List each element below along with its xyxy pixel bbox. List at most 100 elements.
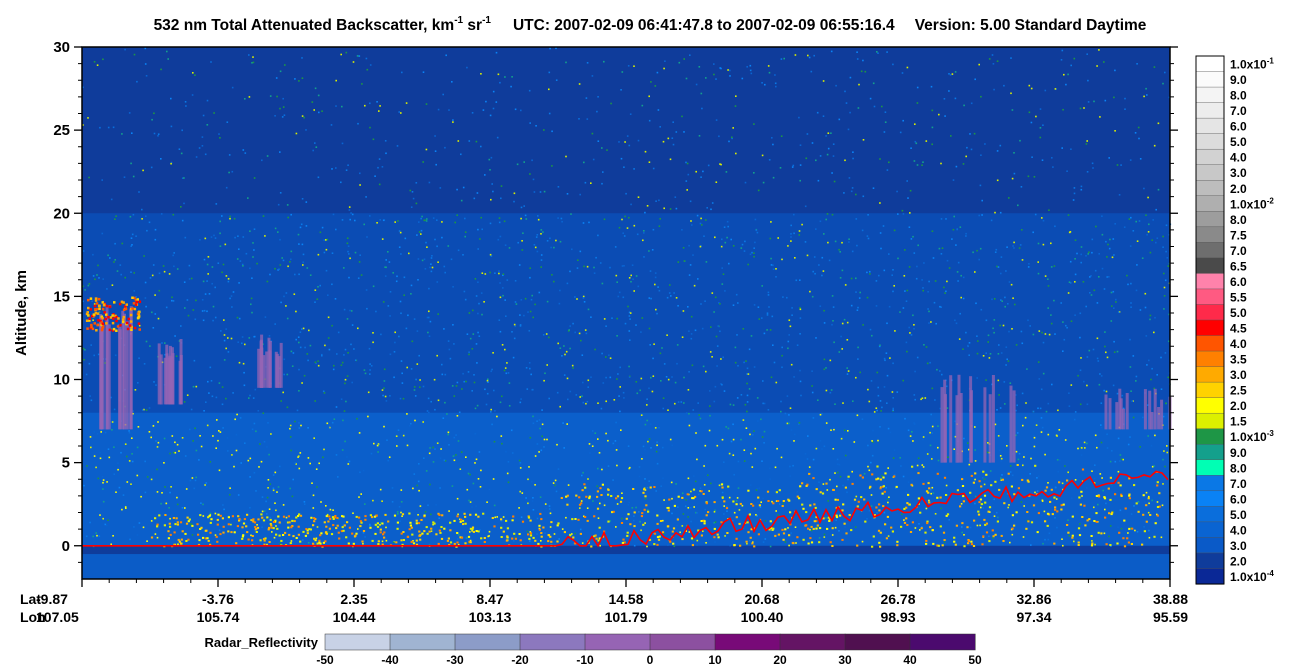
y-tick-label: 0	[62, 538, 70, 555]
radar-tick-label: 20	[773, 653, 787, 667]
lat-tick-label: 32.86	[1016, 591, 1051, 607]
colorbar-label: 6.5	[1230, 259, 1247, 273]
radar-swatch	[714, 633, 781, 651]
colorbar-swatch	[1195, 459, 1225, 476]
colorbar-label: 2.0	[1230, 399, 1247, 413]
y-tick-label: 15	[53, 288, 70, 305]
colorbar-label: 4.0	[1230, 523, 1247, 537]
colorbar-label: 6.0	[1230, 492, 1247, 506]
colorbar-swatch	[1195, 71, 1225, 88]
colorbar-swatch	[1195, 86, 1225, 104]
radar-label: Radar_Reflectivity	[205, 635, 319, 650]
colorbar-label: 5.0	[1230, 306, 1247, 320]
title-utc: UTC: 2007-02-09 06:41:47.8 to 2007-02-09…	[513, 17, 895, 34]
colorbar-swatch	[1195, 552, 1225, 570]
lon-tick-label: 104.44	[333, 609, 376, 625]
y-tick-label: 30	[53, 39, 70, 56]
radar-tick-label: -20	[511, 653, 529, 667]
colorbar-swatch	[1195, 288, 1225, 306]
colorbar-label: 3.0	[1230, 368, 1247, 382]
chart-title: 532 nm Total Attenuated Backscatter, km -…	[154, 15, 1147, 34]
radar-reflectivity-colorbar: -50 -40 -30 -20 -10 0 10 20 30 40 50	[316, 633, 982, 667]
lat-tick-label: 26.78	[880, 591, 915, 607]
lat-tick-label: 8.47	[476, 591, 503, 607]
colorbar-swatch	[1195, 319, 1225, 337]
lon-tick-label: 105.74	[197, 609, 240, 625]
colorbar-swatch	[1195, 397, 1225, 414]
radar-tick-label: -50	[316, 653, 334, 667]
colorbar-label: 2.0	[1230, 182, 1247, 196]
colorbar-swatch	[1195, 304, 1225, 321]
y-axis-label: Altitude, km	[13, 270, 30, 356]
colorbar-swatch	[1195, 195, 1225, 212]
lon-tick-label: 95.59	[1153, 609, 1188, 625]
colorbar-label: 8.0	[1230, 461, 1247, 475]
colorbar-swatch	[1195, 133, 1225, 150]
colorbar-swatch	[1195, 475, 1225, 492]
lat-tick-label: 14.58	[608, 591, 643, 607]
lat-label: Lat	[20, 591, 41, 607]
radar-tick-label: 10	[708, 653, 722, 667]
y-tick-label: 20	[53, 205, 70, 222]
radar-swatch	[649, 633, 716, 651]
colorbar-swatch	[1195, 242, 1225, 259]
lon-tick-label: 98.93	[880, 609, 915, 625]
colorbar-swatch	[1195, 273, 1225, 290]
title-exp2: -1	[482, 15, 491, 26]
colorbar-label: 2.5	[1230, 384, 1247, 398]
y-tick-label: 25	[53, 122, 70, 139]
colorbar-label: 3.5	[1230, 353, 1247, 367]
colorbar-swatch	[1195, 568, 1225, 585]
colorbar-label: 2.0	[1230, 555, 1247, 569]
backscatter-colorbar: 1.0x10-19.08.07.06.05.04.03.02.01.0x10-2…	[1195, 55, 1274, 585]
colorbar-swatch	[1195, 444, 1225, 461]
colorbar-swatch	[1195, 521, 1225, 539]
radar-tick-label: -30	[446, 653, 464, 667]
colorbar-swatch	[1195, 366, 1225, 383]
colorbar-label: 8.0	[1230, 213, 1247, 227]
colorbar-swatch	[1195, 211, 1225, 228]
radar-swatch	[844, 633, 911, 651]
colorbar-label: 1.0x10-3	[1230, 429, 1274, 444]
colorbar-label: 1.0x10-2	[1230, 196, 1274, 211]
colorbar-label: 4.0	[1230, 337, 1247, 351]
colorbar-swatch	[1195, 257, 1225, 275]
lon-tick-label: 101.79	[605, 609, 648, 625]
colorbar-swatch	[1195, 506, 1225, 523]
colorbar-swatch	[1195, 381, 1225, 399]
colorbar-label: 4.5	[1230, 322, 1247, 336]
lon-tick-label: 100.40	[741, 609, 784, 625]
lat-tick-label: 38.88	[1153, 591, 1188, 607]
radar-swatch	[909, 633, 976, 651]
colorbar-swatch	[1195, 412, 1225, 430]
colorbar-swatch	[1195, 335, 1225, 352]
colorbar-label: 1.0x10-1	[1230, 57, 1274, 72]
colorbar-label: 5.5	[1230, 291, 1247, 305]
colorbar-label: 1.5	[1230, 415, 1247, 429]
colorbar-swatch	[1195, 428, 1225, 445]
radar-tick-label: 0	[647, 653, 654, 667]
colorbar-swatch	[1195, 180, 1225, 197]
radar-swatch	[454, 633, 521, 651]
colorbar-swatch	[1195, 55, 1225, 73]
colorbar-label: 6.0	[1230, 120, 1247, 134]
radar-swatch	[779, 633, 846, 651]
colorbar-swatch	[1195, 148, 1225, 166]
colorbar-label: 9.0	[1230, 446, 1247, 460]
colorbar-label: 1.0x10-4	[1230, 569, 1274, 584]
radar-swatch	[389, 633, 456, 651]
lat-tick-label: 20.68	[744, 591, 779, 607]
colorbar-swatch	[1195, 537, 1225, 554]
colorbar-label: 6.0	[1230, 275, 1247, 289]
colorbar-label: 7.5	[1230, 228, 1247, 242]
colorbar-swatch	[1195, 490, 1225, 507]
colorbar-label: 7.0	[1230, 244, 1247, 258]
colorbar-swatch	[1195, 164, 1225, 181]
lon-label: Lon	[20, 609, 46, 625]
colorbar-label: 8.0	[1230, 89, 1247, 103]
colorbar-label: 4.0	[1230, 151, 1247, 165]
radar-tick-label: 50	[968, 653, 982, 667]
lat-tick-label: 2.35	[340, 591, 367, 607]
title-version: Version: 5.00 Standard Daytime	[915, 17, 1147, 34]
colorbar-label: 7.0	[1230, 104, 1247, 118]
